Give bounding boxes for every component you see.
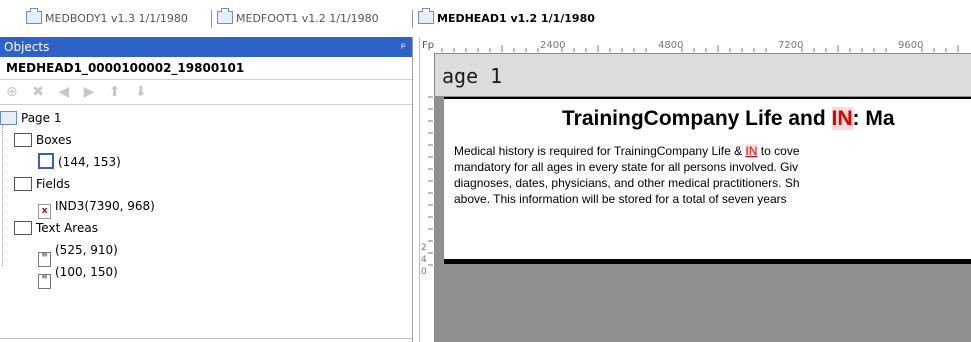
object-name: MEDHEAD1_0000100002_19800101	[0, 57, 412, 80]
tree-node-label: (144, 153)	[58, 155, 121, 169]
tree-node-label: (100, 150)	[55, 265, 118, 279]
boxes-group-icon	[14, 133, 32, 147]
body-text-line[interactable]: above. This information will be stored f…	[454, 192, 787, 206]
title-text: TrainingCompany Life and	[562, 107, 832, 130]
tab-label: MEDFOOT1 v1.2 1/1/1980	[236, 12, 379, 25]
document-title[interactable]: TrainingCompany Life and IN: Ma	[562, 107, 895, 131]
tree-node-text-area-item[interactable]: ≡ (525, 910)	[38, 240, 118, 267]
ruler-label: 4800	[658, 40, 683, 51]
body-text: to cove	[757, 144, 800, 158]
body-text-line[interactable]: Medical history is required for Training…	[454, 144, 800, 158]
tab-medhead1[interactable]: MEDHEAD1 v1.2 1/1/1980	[418, 8, 595, 29]
panel-bottom-border	[0, 338, 412, 341]
ruler-ticks: 2 4 0	[421, 96, 433, 277]
page-icon	[0, 111, 17, 125]
tree-node-field-item[interactable]: x IND3(7390, 968)	[38, 196, 155, 219]
text-areas-group-icon	[14, 221, 32, 235]
ruler-label: 7200	[778, 40, 803, 51]
vertical-ruler: 2 4 0	[420, 53, 435, 342]
ruler-label: 9600	[898, 40, 923, 51]
title-text: : Ma	[852, 107, 895, 130]
body-text-line[interactable]: diagnoses, dates, physicians, and other …	[454, 176, 800, 190]
tree-node-boxes[interactable]: Boxes	[14, 130, 72, 150]
pin-icon[interactable]: ᵖ	[401, 37, 406, 57]
objects-toolbar: ⊕ ✖ ◀ ▶ ⬆ ⬇	[0, 80, 412, 105]
tree-node-text-area-item[interactable]: ≡ (100, 150)	[38, 262, 118, 289]
tab-separator	[412, 10, 413, 28]
ruler-label: 4	[421, 255, 427, 265]
page-header-strip	[435, 54, 971, 96]
ruler-label: 2400	[540, 40, 565, 51]
tab-separator	[211, 10, 212, 28]
title-field-placeholder[interactable]: IN	[831, 107, 853, 130]
body-text-line[interactable]: mandatory for all ages in every state fo…	[454, 160, 798, 174]
horizontal-ruler: Fp 2400 4800 7200 9600	[420, 37, 971, 54]
page-label: age 1	[442, 64, 503, 88]
page-icon	[418, 8, 434, 24]
tree-node-label: Fields	[36, 177, 70, 191]
tree-node-fields[interactable]: Fields	[14, 174, 70, 194]
panel-splitter[interactable]	[413, 37, 420, 342]
tree-node-label: (525, 910)	[55, 243, 118, 257]
inline-field-placeholder[interactable]: IN	[745, 144, 758, 158]
tree-node-label: Page 1	[21, 111, 62, 125]
tree-node-label: Boxes	[36, 133, 72, 147]
objects-panel-title: Objects	[4, 40, 50, 54]
field-icon: x	[38, 204, 51, 219]
tree-node-label: IND3(7390, 968)	[55, 199, 155, 213]
tree-node-label: Text Areas	[36, 221, 98, 235]
ruler-label: 2	[421, 243, 427, 253]
box-icon	[38, 153, 54, 169]
tab-label: MEDBODY1 v1.3 1/1/1980	[45, 12, 188, 25]
page-icon	[26, 8, 42, 24]
text-area-icon: ≡	[38, 273, 51, 289]
ruler-ticks: Fp 2400 4800 7200 9600	[422, 40, 959, 52]
layout-designer[interactable]: Fp 2400 4800 7200 9600 2 4 0 age 1 Train…	[420, 37, 971, 342]
tree-node-text-areas[interactable]: Text Areas	[14, 218, 98, 238]
objects-panel: Objects ᵖ MEDHEAD1_0000100002_19800101 ⊕…	[0, 37, 413, 342]
tab-medbody1[interactable]: MEDBODY1 v1.3 1/1/1980	[26, 8, 188, 29]
body-text: Medical history is required for Training…	[454, 144, 746, 158]
ruler-label: 0	[421, 267, 427, 277]
object-tree: Page 1 Boxes (144, 153) Fields x IND3(739…	[0, 106, 405, 306]
fields-group-icon	[14, 177, 32, 191]
tree-node-page[interactable]: Page 1	[0, 108, 62, 128]
tab-medfoot1[interactable]: MEDFOOT1 v1.2 1/1/1980	[217, 8, 379, 29]
objects-panel-header: Objects ᵖ	[0, 37, 412, 57]
page-canvas[interactable]: TrainingCompany Life and IN: Ma Medical …	[444, 97, 971, 264]
page-icon	[217, 8, 233, 24]
tree-node-box-item[interactable]: (144, 153)	[38, 152, 121, 172]
ruler-label: Fp	[422, 40, 434, 51]
document-tab-bar: MEDBODY1 v1.3 1/1/1980 MEDFOOT1 v1.2 1/1…	[0, 0, 971, 36]
tab-label: MEDHEAD1 v1.2 1/1/1980	[437, 12, 595, 25]
